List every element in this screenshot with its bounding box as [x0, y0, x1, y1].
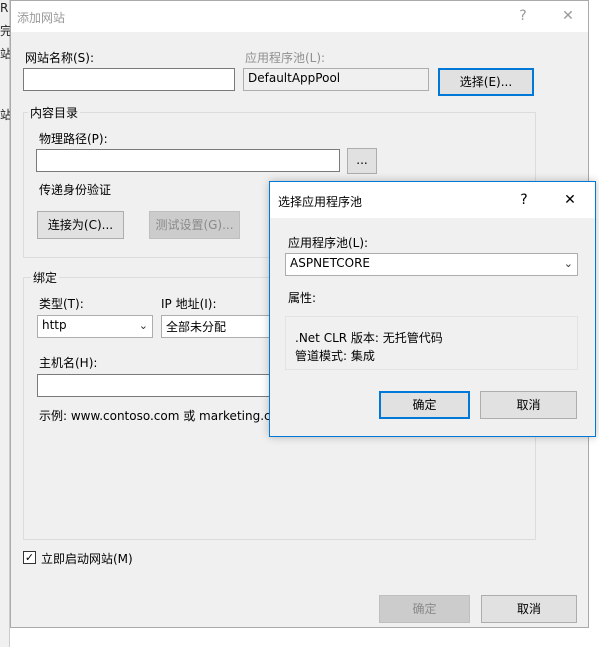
- type-label: 类型(T):: [39, 297, 84, 311]
- close-icon[interactable]: ✕: [554, 4, 582, 28]
- background-text: 站: [0, 47, 10, 61]
- chevron-down-icon: ⌄: [563, 257, 573, 270]
- background-text: 站: [0, 108, 10, 122]
- ok-button[interactable]: 确定: [379, 595, 470, 623]
- connect-as-button[interactable]: 连接为(C)...: [37, 211, 124, 239]
- hostname-input[interactable]: [37, 374, 271, 397]
- start-now-checkbox[interactable]: ✓: [23, 551, 36, 564]
- popup-cancel-button[interactable]: 取消: [480, 391, 577, 419]
- ip-address-value: 全部未分配: [166, 320, 227, 334]
- properties-panel: .Net CLR 版本: 无托管代码 管道模式: 集成: [285, 316, 578, 370]
- binding-label: 绑定: [31, 269, 60, 286]
- pool-label: 应用程序池(L):: [288, 236, 369, 250]
- ip-address-dropdown[interactable]: 全部未分配: [161, 315, 271, 338]
- pipeline-mode-text: 管道模式: 集成: [295, 349, 375, 363]
- popup-titlebar: 选择应用程序池 ? ✕: [270, 182, 595, 218]
- app-pool-label: 应用程序池(L):: [245, 51, 326, 65]
- popup-ok-button[interactable]: 确定: [379, 391, 470, 419]
- select-app-pool-dialog: 选择应用程序池 ? ✕ 应用程序池(L): ASPNETCORE ⌄ 属性: .…: [269, 181, 596, 437]
- help-icon[interactable]: ?: [510, 188, 538, 212]
- site-name-label: 网站名称(S):: [25, 51, 95, 65]
- type-value: http: [42, 318, 67, 332]
- cancel-button[interactable]: 取消: [481, 595, 577, 623]
- checkmark-icon: ✓: [24, 551, 35, 564]
- start-now-label: 立即启动网站(M): [41, 552, 133, 566]
- properties-label: 属性:: [288, 291, 317, 305]
- content-directory-label: 内容目录: [28, 104, 81, 121]
- pool-value: ASPNETCORE: [290, 256, 370, 270]
- site-name-input[interactable]: [23, 68, 235, 91]
- dialog-titlebar: 添加网站 ? ✕: [11, 1, 588, 32]
- ip-address-label: IP 地址(I):: [161, 297, 217, 311]
- type-dropdown[interactable]: http ⌄: [37, 315, 153, 338]
- hostname-example: 示例: www.contoso.com 或 marketing.contoso.…: [39, 409, 271, 423]
- background-window: [0, 0, 10, 647]
- background-text: 完: [0, 24, 10, 38]
- pass-auth-label: 传递身份验证: [39, 183, 112, 197]
- chevron-down-icon: ⌄: [138, 319, 148, 332]
- dialog-title: 添加网站: [17, 11, 66, 25]
- help-icon[interactable]: ?: [509, 4, 537, 28]
- pool-dropdown[interactable]: ASPNETCORE ⌄: [285, 253, 578, 276]
- physical-path-label: 物理路径(P):: [39, 132, 108, 146]
- hostname-label: 主机名(H):: [39, 356, 98, 370]
- popup-title: 选择应用程序池: [278, 195, 363, 209]
- select-app-pool-button[interactable]: 选择(E)...: [438, 68, 534, 96]
- browse-button[interactable]: ...: [347, 148, 377, 174]
- app-pool-field: DefaultAppPool: [243, 68, 429, 91]
- clr-version-text: .Net CLR 版本: 无托管代码: [295, 331, 443, 345]
- test-settings-button[interactable]: 测试设置(G)...: [149, 211, 240, 239]
- close-icon[interactable]: ✕: [556, 188, 584, 212]
- physical-path-input[interactable]: [36, 149, 340, 172]
- background-text: R: [0, 1, 9, 15]
